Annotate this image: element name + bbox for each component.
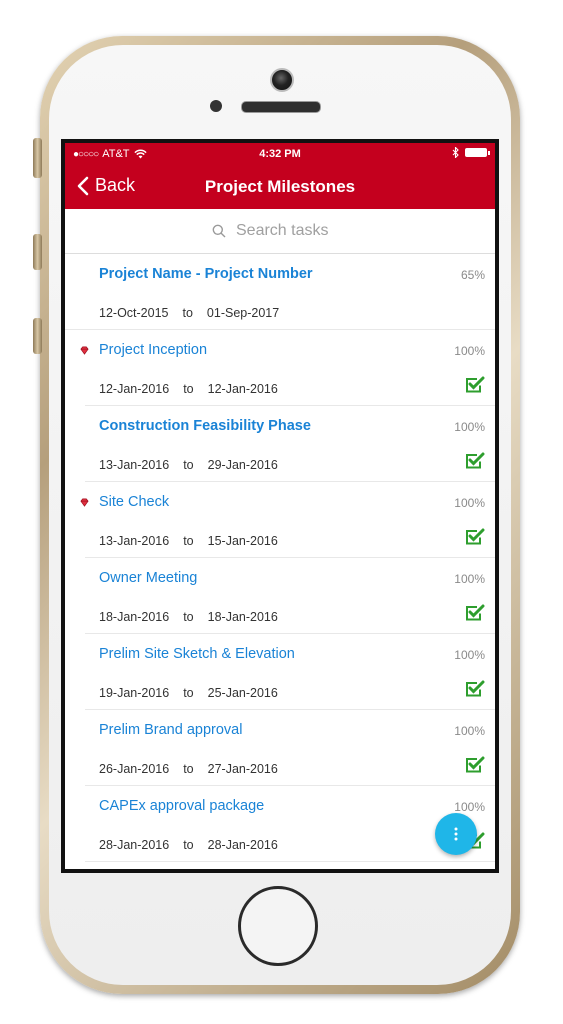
- task-date-to: to: [183, 762, 194, 776]
- task-percent: 100%: [454, 496, 485, 510]
- task-percent: 100%: [454, 572, 485, 586]
- task-date-to: to: [183, 610, 194, 624]
- task-date-to: to: [183, 534, 194, 548]
- task-date-start: 28-Jan-2016: [99, 838, 170, 852]
- task-date-start: 13-Jan-2016: [99, 458, 170, 472]
- app-screen: ●○○○○ AT&T 4:32 PM Back Project Mileston…: [65, 143, 495, 869]
- search-wrap: [212, 221, 348, 241]
- search-input[interactable]: [234, 221, 348, 241]
- task-percent: 100%: [454, 420, 485, 434]
- task-date-start: 13-Jan-2016: [99, 534, 170, 548]
- task-row[interactable]: Construction Feasibility Phase 100% 13-Jan…: [85, 406, 495, 482]
- checkbox-checked-icon[interactable]: [465, 756, 485, 774]
- task-percent: 100%: [454, 648, 485, 662]
- task-percent: 100%: [454, 724, 485, 738]
- task-dates: 28-Jan-2016 to 28-Jan-2016: [99, 838, 278, 852]
- battery-icon: [465, 148, 490, 157]
- task-date-to: to: [183, 686, 194, 700]
- page-title: Project Milestones: [204, 177, 356, 196]
- status-right: [452, 147, 490, 158]
- task-date-start: 12-Jan-2016: [99, 382, 170, 396]
- earpiece-speaker: [241, 101, 321, 113]
- task-date-end: 01-Sep-2017: [206, 306, 280, 320]
- task-date-start: 12-Oct-2015: [99, 306, 169, 320]
- proximity-sensor: [210, 100, 222, 112]
- checkbox-checked-icon[interactable]: [465, 604, 485, 622]
- task-percent: 100%: [454, 800, 485, 814]
- task-list: Project Name - Project Number 65% 12-Oct-2…: [65, 254, 495, 862]
- checkbox-checked-icon[interactable]: [465, 376, 485, 394]
- front-camera: [270, 68, 294, 92]
- task-date-to: to: [182, 306, 193, 320]
- more-vertical-icon: [454, 827, 458, 841]
- milestone-diamond-icon: [80, 346, 89, 355]
- milestone-diamond-icon: [80, 498, 89, 507]
- task-row[interactable]: CAPEx approval package 100% 28-Jan-2016 to 2…: [85, 786, 495, 862]
- volume-up-button: [33, 234, 42, 270]
- task-percent: 100%: [454, 344, 485, 358]
- task-date-start: 19-Jan-2016: [99, 686, 170, 700]
- task-row[interactable]: Owner Meeting 100% 18-Jan-2016 to 18-Jan-201…: [85, 558, 495, 634]
- task-dates: 26-Jan-2016 to 27-Jan-2016: [99, 762, 278, 776]
- task-date-to: to: [183, 458, 194, 472]
- task-date-end: 15-Jan-2016: [207, 534, 278, 548]
- task-name[interactable]: Project Inception: [99, 342, 207, 358]
- task-name[interactable]: Owner Meeting: [99, 570, 197, 586]
- task-dates: 13-Jan-2016 to 29-Jan-2016: [99, 458, 278, 472]
- home-button[interactable]: [238, 886, 318, 966]
- task-dates: 19-Jan-2016 to 25-Jan-2016: [99, 686, 278, 700]
- task-row[interactable]: Site Check 100% 13-Jan-2016 to 15-Jan-2016: [80, 482, 495, 558]
- phone-screen: ●○○○○ AT&T 4:32 PM Back Project Mileston…: [61, 139, 499, 873]
- task-date-end: 29-Jan-2016: [207, 458, 278, 472]
- checkbox-checked-icon[interactable]: [465, 528, 485, 546]
- task-percent: 65%: [460, 268, 485, 282]
- task-name[interactable]: Prelim Site Sketch & Elevation: [99, 646, 295, 662]
- task-name[interactable]: Project Name - Project Number: [99, 266, 313, 282]
- search-bar: [65, 209, 495, 254]
- task-name[interactable]: Construction Feasibility Phase: [99, 418, 311, 434]
- task-row[interactable]: Project Name - Project Number 65% 12-Oct-2…: [65, 254, 495, 330]
- bluetooth-icon: [452, 147, 459, 158]
- task-dates: 18-Jan-2016 to 18-Jan-2016: [99, 610, 278, 624]
- task-row[interactable]: Prelim Brand approval 100% 26-Jan-2016 to 27…: [85, 710, 495, 786]
- task-row[interactable]: Prelim Site Sketch & Elevation 100% 19-Jan…: [85, 634, 495, 710]
- task-dates: 13-Jan-2016 to 15-Jan-2016: [99, 534, 278, 548]
- task-date-end: 27-Jan-2016: [207, 762, 278, 776]
- task-name[interactable]: CAPEx approval package: [99, 798, 264, 814]
- checkbox-checked-icon[interactable]: [465, 680, 485, 698]
- task-name[interactable]: Prelim Brand approval: [99, 722, 242, 738]
- task-date-start: 26-Jan-2016: [99, 762, 170, 776]
- status-bar: ●○○○○ AT&T 4:32 PM: [65, 143, 495, 165]
- checkbox-checked-icon[interactable]: [465, 452, 485, 470]
- task-date-start: 18-Jan-2016: [99, 610, 170, 624]
- task-name[interactable]: Site Check: [99, 494, 169, 510]
- search-icon: [212, 224, 226, 238]
- task-date-to: to: [183, 382, 194, 396]
- nav-bar: Back Project Milestones: [65, 165, 495, 209]
- volume-down-button: [33, 318, 42, 354]
- task-date-end: 18-Jan-2016: [207, 610, 278, 624]
- more-actions-button[interactable]: [435, 813, 477, 855]
- task-date-end: 28-Jan-2016: [207, 838, 278, 852]
- task-dates: 12-Jan-2016 to 12-Jan-2016: [99, 382, 278, 396]
- task-date-to: to: [183, 838, 194, 852]
- status-time: 4:32 PM: [259, 148, 301, 160]
- mute-switch: [33, 138, 42, 178]
- task-date-end: 25-Jan-2016: [207, 686, 278, 700]
- task-dates: 12-Oct-2015 to 01-Sep-2017: [99, 306, 279, 320]
- task-row[interactable]: Project Inception 100% 12-Jan-2016 to 12-Jan…: [80, 330, 495, 406]
- task-date-end: 12-Jan-2016: [207, 382, 278, 396]
